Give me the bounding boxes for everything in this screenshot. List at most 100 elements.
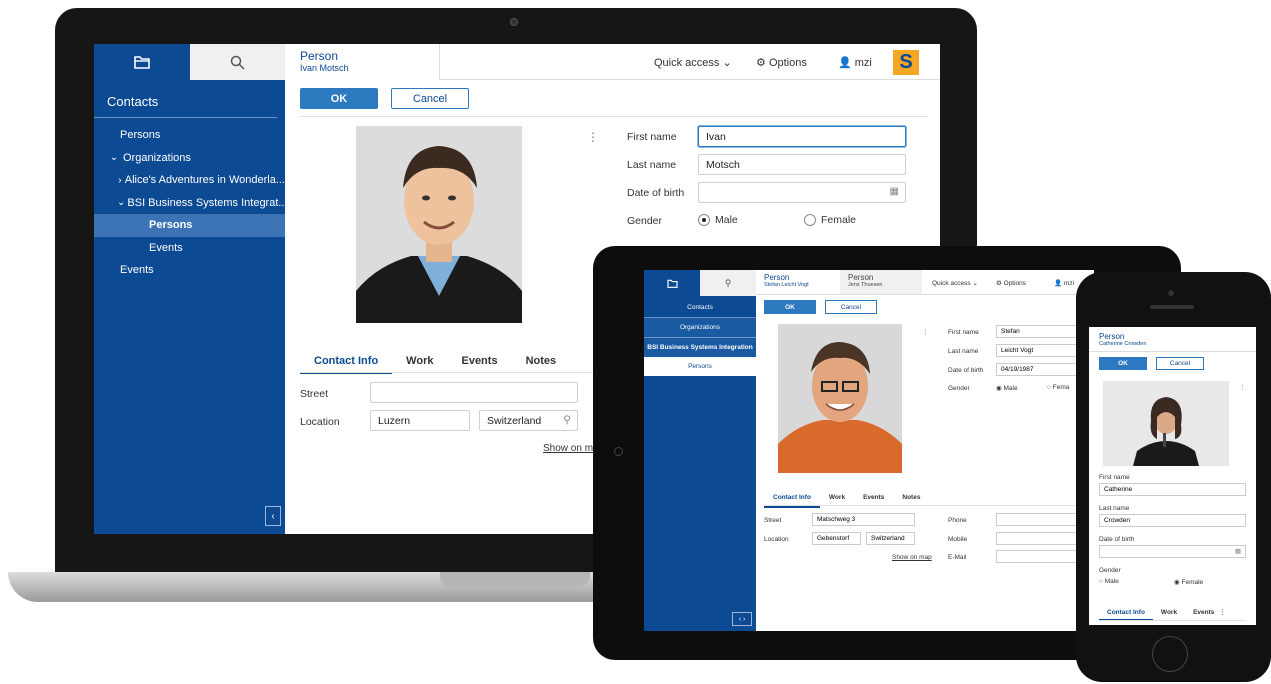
chevron-down-icon[interactable]: ⌄ xyxy=(107,152,121,163)
search-tab[interactable]: ⚲ xyxy=(700,270,756,296)
tree-node[interactable]: Events xyxy=(94,237,285,260)
tree-node[interactable]: ⌄ Organizations xyxy=(94,147,285,170)
tree-node[interactable]: ⌄ BSI Business Systems Integrat... xyxy=(94,192,285,215)
gender-female-radio[interactable]: ◉ Female xyxy=(1174,578,1203,586)
chevron-down-icon[interactable]: ⌄ xyxy=(117,197,125,208)
city-field[interactable]: Gebenstorf xyxy=(812,532,861,545)
tree-node-label: Events xyxy=(120,264,154,277)
view-tab-title: Person xyxy=(300,49,339,63)
last-name-field[interactable]: Motsch xyxy=(698,154,906,175)
folder-icon xyxy=(666,279,678,288)
user-menu[interactable]: 👤 mzi xyxy=(838,56,872,69)
navigation-sidebar: Contacts Persons ⌄ Organizations › Alice's A… xyxy=(94,44,285,534)
header-divider xyxy=(1089,351,1256,352)
gender-female-radio[interactable]: ○ Fema xyxy=(1047,384,1069,391)
last-name-label: Last name xyxy=(1099,505,1130,512)
date-of-birth-label: Date of birth xyxy=(1099,536,1135,543)
cancel-button[interactable]: Cancel xyxy=(391,88,469,109)
city-field[interactable]: Luzern xyxy=(370,410,470,431)
gender-male-radio[interactable]: ◉ Male xyxy=(996,384,1018,392)
tablet-sidebar: ⚲ Contacts Organizations BSI Business Sy… xyxy=(644,270,756,631)
more-menu-icon[interactable]: ⋮ xyxy=(922,328,929,336)
more-menu-icon[interactable]: ⋮ xyxy=(1239,383,1246,391)
email-label: E-Mail xyxy=(948,554,967,561)
app-logo: S xyxy=(893,50,919,75)
view-tab-title: Person xyxy=(848,273,874,282)
male-label: Male xyxy=(1003,385,1018,392)
tree-node[interactable]: › Alice's Adventures in Wonderla... xyxy=(94,169,285,192)
country-value: Switzerland xyxy=(487,415,542,427)
view-tab-person[interactable]: Person Catherine Crowden xyxy=(1099,332,1146,347)
options-menu[interactable]: ⚙ Options xyxy=(756,56,807,69)
laptop-camera xyxy=(510,18,518,26)
tree-node[interactable]: Persons xyxy=(94,214,285,237)
location-label: Location xyxy=(764,536,789,543)
gear-icon: ⚙ xyxy=(756,57,766,69)
tabs-divider xyxy=(764,505,1094,506)
more-tabs-icon[interactable]: ⋮ xyxy=(1219,608,1226,616)
quick-access-menu[interactable]: Quick access ⌄ xyxy=(654,56,732,69)
last-name-field[interactable]: Crowden xyxy=(1099,514,1246,527)
outline-tab[interactable] xyxy=(94,44,190,80)
ok-button[interactable]: OK xyxy=(764,300,816,314)
calendar-icon[interactable]: ▦ xyxy=(890,186,899,197)
tablet-camera xyxy=(614,447,623,456)
female-label: Female xyxy=(821,214,857,226)
collapse-sidebar-button[interactable]: ‹ xyxy=(265,506,281,526)
options-menu[interactable]: ⚙ Options xyxy=(996,279,1026,287)
date-of-birth-field[interactable]: ▦ xyxy=(698,182,906,203)
view-tab-person[interactable]: Person Ivan Motsch xyxy=(285,44,440,80)
tablet-view-tab-2[interactable]: Person Jens Thuesen xyxy=(840,270,922,294)
tablet-company-node[interactable]: BSI Business Systems Integration xyxy=(644,338,756,357)
date-of-birth-label: Date of birth xyxy=(627,187,685,199)
chevron-down-icon: ⌄ xyxy=(972,280,978,287)
phone-home-button xyxy=(1152,636,1188,672)
calendar-icon[interactable]: ▦ xyxy=(1235,547,1241,555)
divider xyxy=(300,116,928,117)
tree-node[interactable]: Events xyxy=(94,259,285,282)
show-on-map-link[interactable]: Show on ma xyxy=(543,443,599,454)
cancel-button[interactable]: Cancel xyxy=(1156,357,1204,370)
more-menu-icon[interactable]: ⋮ xyxy=(587,130,599,144)
country-field[interactable]: Switzerland ⚲ xyxy=(479,410,578,431)
gender-male-radio[interactable]: ○ Male xyxy=(1099,578,1119,585)
view-tab-title: Person xyxy=(1099,332,1125,341)
search-tab[interactable] xyxy=(189,44,285,80)
first-name-label: First name xyxy=(627,131,677,143)
outline-tab[interactable] xyxy=(644,270,700,296)
view-tab-title: Person xyxy=(764,273,790,282)
chevron-left-icon: ‹ › xyxy=(738,615,746,623)
user-menu[interactable]: 👤 mzi xyxy=(1054,279,1074,287)
tablet-persons-node[interactable]: Persons xyxy=(644,357,756,376)
gender-label: Gender xyxy=(627,215,663,227)
person-photo xyxy=(356,126,522,323)
quick-access-menu[interactable]: Quick access ⌄ xyxy=(932,279,978,287)
chevron-right-icon[interactable]: › xyxy=(117,175,123,186)
country-field[interactable]: Switzerland xyxy=(866,532,915,545)
street-field[interactable]: Matschweg 3 xyxy=(812,513,915,526)
gender-male-radio[interactable]: Male xyxy=(698,214,738,227)
ok-button[interactable]: OK xyxy=(1099,357,1147,370)
cancel-button[interactable]: Cancel xyxy=(825,300,877,314)
radio-unchecked-icon: ○ xyxy=(1099,578,1103,585)
date-of-birth-field[interactable]: ▦ xyxy=(1099,545,1246,558)
outline-tree: Persons ⌄ Organizations › Alice's Adventures… xyxy=(94,124,285,282)
street-label: Street xyxy=(764,517,782,524)
street-field[interactable] xyxy=(370,382,578,403)
search-icon: ⚲ xyxy=(724,277,732,288)
options-label: Options xyxy=(768,57,807,69)
sidebar-tabs xyxy=(94,44,285,80)
collapse-sidebar-button[interactable]: ‹ › xyxy=(732,612,752,626)
male-label: Male xyxy=(1104,578,1119,585)
tablet-org-node[interactable]: Organizations xyxy=(644,318,756,338)
female-label: Fema xyxy=(1052,384,1070,391)
search-icon[interactable]: ⚲ xyxy=(563,414,571,426)
tablet-view-tab-1[interactable]: Person Stefan Leicht Vogt xyxy=(764,273,809,288)
first-name-field[interactable]: Catherine xyxy=(1099,483,1246,496)
tree-node[interactable]: Persons xyxy=(94,124,285,147)
first-name-field[interactable]: Ivan xyxy=(698,126,906,147)
first-name-label: First name xyxy=(1099,474,1130,481)
show-on-map-link[interactable]: Show on map xyxy=(892,554,932,561)
gender-female-radio[interactable]: Female xyxy=(804,214,857,227)
ok-button[interactable]: OK xyxy=(300,88,378,109)
